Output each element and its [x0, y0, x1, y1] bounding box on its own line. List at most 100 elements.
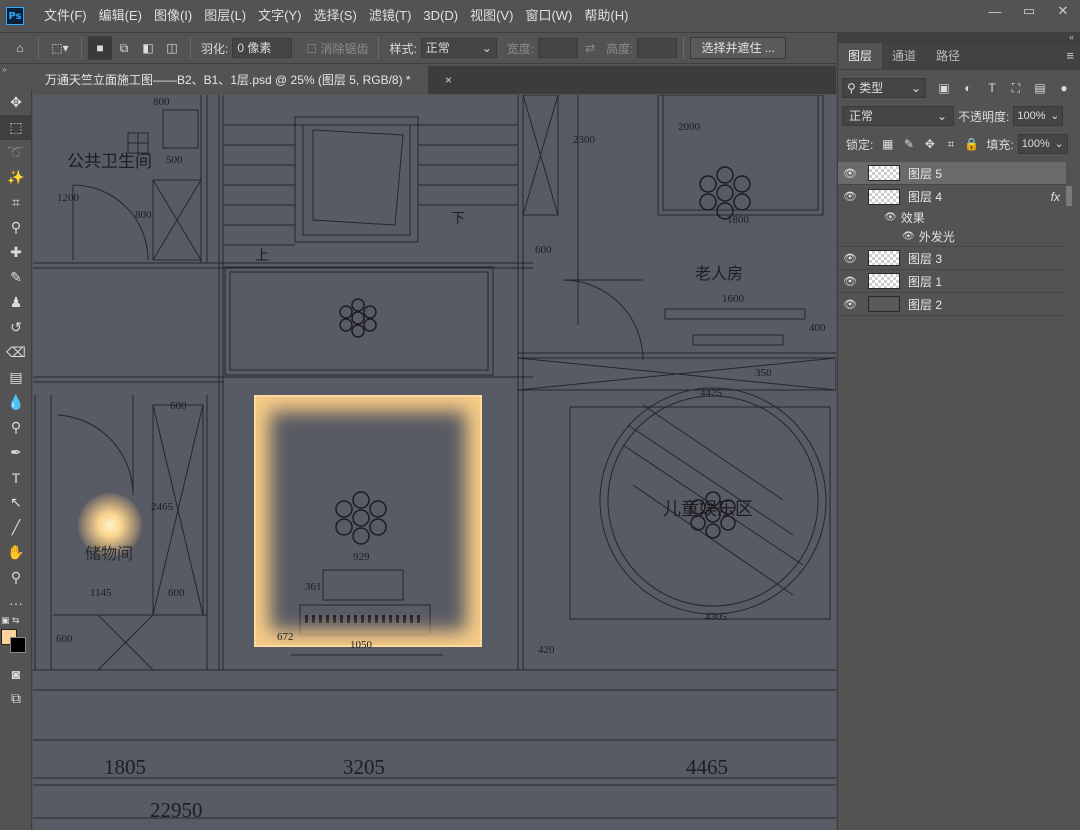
layer-list-scrollbar[interactable] — [1066, 186, 1072, 206]
marquee-preset-icon[interactable]: ⬚▾ — [45, 36, 75, 60]
tab-layers[interactable]: 图层 — [838, 43, 883, 69]
layer-thumbnail — [868, 165, 900, 181]
color-swatches: ▣ ⇆ — [0, 615, 32, 661]
eyedropper-tool-icon[interactable]: ⚲ — [0, 215, 32, 240]
lock-paint-icon[interactable]: ✎ — [898, 137, 919, 151]
marquee-tool-icon[interactable]: ⬚ — [0, 115, 32, 140]
layer-row[interactable]: 👁 图层 4 fx — [838, 185, 1066, 208]
menu-layer[interactable]: 图层(L) — [198, 0, 252, 32]
quick-mask-icon[interactable]: ◙ — [0, 661, 32, 686]
gradient-tool-icon[interactable]: ▤ — [0, 365, 32, 390]
opacity-input[interactable]: 100% ⌄ — [1013, 106, 1064, 126]
blend-mode-select[interactable]: 正常 ⌄ — [842, 106, 954, 126]
tab-channels[interactable]: 通道 — [882, 43, 926, 69]
fill-input[interactable]: 100% ⌄ — [1017, 134, 1068, 154]
clone-stamp-tool-icon[interactable]: ♟ — [0, 290, 32, 315]
layer-filter-select[interactable]: ⚲ 类型 ⌄ — [842, 78, 926, 98]
feather-input[interactable]: 0 像素 — [232, 38, 293, 58]
filter-shape-icon[interactable]: ⛶ — [1004, 81, 1028, 96]
lock-all-icon[interactable]: 🔒 — [961, 137, 982, 151]
intersect-selection-icon[interactable]: ◫ — [160, 36, 184, 60]
outer-glow-row[interactable]: 👁 外发光 — [838, 226, 1066, 247]
filter-adjustment-icon[interactable]: ◐ — [956, 81, 980, 95]
canvas[interactable]: 公共卫生间 储物间 老人房 儿童娱乐区 上 下 800 500 1200 800… — [33, 95, 836, 830]
menu-image[interactable]: 图像(I) — [148, 0, 198, 32]
path-selection-tool-icon[interactable]: ↖ — [0, 490, 32, 515]
swap-icon[interactable]: ⇄ — [578, 36, 602, 60]
close-document-icon[interactable]: × — [445, 66, 452, 94]
menu-edit[interactable]: 编辑(E) — [93, 0, 148, 32]
filter-pixel-icon[interactable]: ▣ — [932, 81, 956, 95]
menu-3d[interactable]: 3D(D) — [417, 0, 464, 32]
antialias-checkbox[interactable]: ☐ 消除锯齿 — [306, 40, 368, 57]
filter-type-icon[interactable]: T — [980, 81, 1004, 95]
eye-icon[interactable]: 👁 — [838, 275, 862, 288]
eye-icon[interactable]: 👁 — [838, 190, 862, 203]
add-selection-icon[interactable]: ⧉ — [112, 36, 136, 60]
filter-smart-object-icon[interactable]: ▤ — [1028, 81, 1052, 95]
screen-mode-icon[interactable]: ⧉ — [0, 686, 32, 711]
dodge-tool-icon[interactable]: ⚲ — [0, 415, 32, 440]
lasso-tool-icon[interactable]: ➰ — [0, 140, 32, 165]
healing-brush-tool-icon[interactable]: ✚ — [0, 240, 32, 265]
menu-help[interactable]: 帮助(H) — [578, 0, 634, 32]
filter-toggle-icon[interactable]: ● — [1052, 81, 1076, 95]
tab-paths[interactable]: 路径 — [926, 43, 970, 69]
opacity-value: 100% — [1017, 110, 1046, 122]
eye-icon[interactable]: 👁 — [838, 298, 862, 311]
blend-row: 正常 ⌄ 不透明度: 100% ⌄ — [838, 102, 1080, 130]
hand-tool-icon[interactable]: ✋ — [0, 540, 32, 565]
close-icon[interactable]: ✕ — [1046, 0, 1080, 22]
eye-icon[interactable]: 👁 — [884, 212, 897, 223]
layer-row[interactable]: 👁 图层 3 — [838, 247, 1066, 270]
menu-file[interactable]: 文件(F) — [38, 0, 93, 32]
layer-name: 图层 3 — [908, 251, 943, 266]
dimension-label: 1050 — [350, 639, 372, 651]
pen-tool-icon[interactable]: ✒ — [0, 440, 32, 465]
restore-icon[interactable]: ▭ — [1012, 0, 1046, 22]
blur-tool-icon[interactable]: 💧 — [0, 390, 32, 415]
style-select[interactable]: 正常 ⌄ — [420, 38, 497, 58]
effects-row[interactable]: 👁 效果 — [838, 208, 1066, 226]
eraser-tool-icon[interactable]: ⌫ — [0, 340, 32, 365]
select-and-mask-button[interactable]: 选择并遮住 ... — [690, 37, 786, 59]
opacity-label: 不透明度: — [958, 109, 1010, 124]
zoom-tool-icon[interactable]: ⚲ — [0, 565, 32, 590]
lock-transparent-icon[interactable]: ▦ — [877, 137, 898, 151]
dimension-label: 800 — [153, 96, 170, 108]
document-tab[interactable]: 万通天竺立面施工图——B2、B1、1层.psd @ 25% (图层 5, RGB… — [33, 66, 428, 94]
home-icon[interactable]: ⌂ — [8, 36, 32, 60]
menu-view[interactable]: 视图(V) — [464, 0, 519, 32]
more-tools-icon[interactable]: ··· — [0, 590, 32, 615]
layer-row[interactable]: 👁 图层 1 — [838, 270, 1066, 293]
new-selection-icon[interactable]: ■ — [88, 36, 112, 60]
default-colors-icon[interactable]: ▣ ⇆ — [1, 615, 20, 626]
layer-row[interactable]: 👁 图层 2 — [838, 293, 1066, 316]
background-color-swatch[interactable] — [10, 637, 26, 653]
layer-row[interactable]: 👁 图层 5 — [838, 162, 1066, 185]
magic-wand-tool-icon[interactable]: ✨ — [0, 165, 32, 190]
menu-type[interactable]: 文字(Y) — [252, 0, 307, 32]
subtract-selection-icon[interactable]: ◧ — [136, 36, 160, 60]
eye-icon[interactable]: 👁 — [838, 167, 862, 180]
type-tool-icon[interactable]: T — [0, 465, 32, 490]
eye-icon[interactable]: 👁 — [902, 231, 915, 242]
menu-filter[interactable]: 滤镜(T) — [363, 0, 418, 32]
height-input[interactable] — [637, 38, 678, 58]
lock-position-icon[interactable]: ✥ — [919, 137, 940, 151]
minimize-icon[interactable]: — — [978, 0, 1012, 22]
toolbar-collapse-icon[interactable]: » — [0, 65, 32, 77]
dimension-label: 420 — [538, 644, 555, 656]
panel-menu-icon[interactable]: ≡ — [1066, 48, 1074, 63]
eye-icon[interactable]: 👁 — [838, 252, 862, 265]
fx-icon[interactable]: fx — [1051, 190, 1060, 204]
width-input[interactable] — [538, 38, 579, 58]
crop-tool-icon[interactable]: ⌗ — [0, 190, 32, 215]
move-tool-icon[interactable]: ✥ — [0, 90, 32, 115]
menu-select[interactable]: 选择(S) — [307, 0, 362, 32]
menu-window[interactable]: 窗口(W) — [519, 0, 578, 32]
brush-tool-icon[interactable]: ✎ — [0, 265, 32, 290]
lock-artboard-icon[interactable]: ⌗ — [940, 137, 961, 152]
history-brush-tool-icon[interactable]: ↺ — [0, 315, 32, 340]
line-tool-icon[interactable]: ╱ — [0, 515, 32, 540]
